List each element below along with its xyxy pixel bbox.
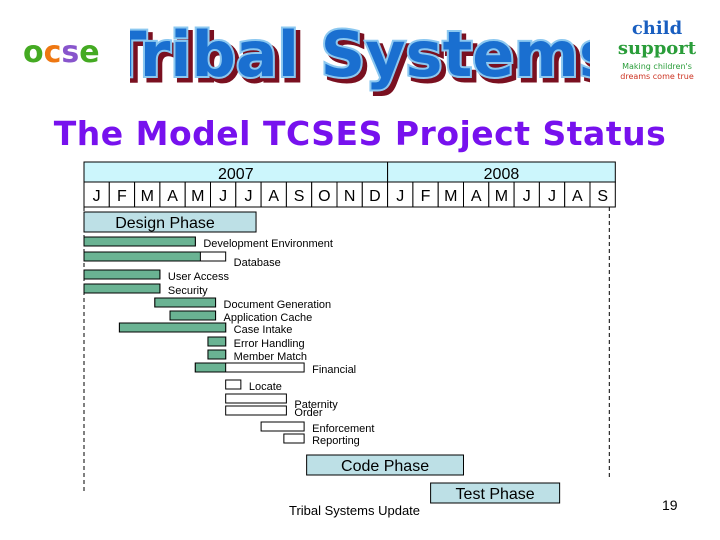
task-bar-complete bbox=[207, 336, 227, 347]
task-label: Error Handling bbox=[234, 338, 305, 350]
month-label: A bbox=[471, 188, 482, 205]
month-label: F bbox=[421, 188, 431, 205]
month-label: J bbox=[93, 188, 101, 205]
task-label: Document Generation bbox=[224, 299, 332, 311]
task-bar-complete bbox=[169, 310, 217, 321]
month-label: M bbox=[191, 188, 204, 205]
task-bar-complete bbox=[83, 269, 161, 280]
task-bar-complete bbox=[83, 251, 201, 262]
task-label: Order bbox=[294, 407, 322, 419]
month-label: A bbox=[167, 188, 178, 205]
phase-label: Design Phase bbox=[115, 215, 215, 232]
gantt-chart: 2007 2008J F M A M J J A S O N D J F M A M J J A SDesign Phas… bbox=[83, 161, 616, 504]
footer-text: Tribal Systems Update bbox=[289, 503, 421, 518]
phase-label: Test Phase bbox=[456, 486, 535, 503]
page-number: 19 bbox=[662, 497, 678, 513]
task-label: Locate bbox=[249, 381, 282, 393]
month-label: S bbox=[597, 188, 608, 205]
task-label: Case Intake bbox=[234, 324, 293, 336]
task-bar-complete bbox=[154, 297, 217, 308]
task-bar-complete bbox=[118, 322, 227, 333]
month-label: F bbox=[117, 188, 127, 205]
task-bar-planned bbox=[283, 433, 305, 444]
month-label: M bbox=[444, 188, 457, 205]
task-label: Development Environment bbox=[203, 238, 333, 250]
task-bar-complete bbox=[207, 349, 227, 360]
month-label: M bbox=[141, 188, 154, 205]
month-label: A bbox=[572, 188, 583, 205]
task-label: Security bbox=[168, 285, 208, 297]
task-label: Database bbox=[234, 257, 281, 269]
task-bar-planned bbox=[225, 405, 287, 416]
month-label: O bbox=[318, 188, 330, 205]
month-label: N bbox=[344, 188, 356, 205]
task-bar-complete bbox=[194, 362, 227, 373]
month-label: J bbox=[523, 188, 531, 205]
year-label: 2007 bbox=[218, 166, 254, 183]
task-label: User Access bbox=[168, 271, 230, 283]
task-bar-complete bbox=[83, 236, 196, 247]
task-bar-planned bbox=[225, 393, 287, 404]
task-label: Member Match bbox=[234, 351, 307, 363]
month-label: M bbox=[495, 188, 508, 205]
task-label: Reporting bbox=[312, 435, 360, 447]
task-bar-planned bbox=[225, 379, 242, 390]
year-label: 2008 bbox=[484, 166, 520, 183]
task-bar-planned bbox=[260, 421, 305, 432]
phase-label: Code Phase bbox=[341, 458, 429, 475]
month-label: J bbox=[219, 188, 227, 205]
month-label: D bbox=[369, 188, 381, 205]
task-label: Financial bbox=[312, 364, 356, 376]
task-label: Application Cache bbox=[224, 312, 313, 324]
month-label: J bbox=[548, 188, 556, 205]
month-label: J bbox=[396, 188, 404, 205]
task-bar-complete bbox=[83, 283, 161, 294]
month-label: S bbox=[294, 188, 305, 205]
month-label: J bbox=[244, 188, 252, 205]
task-label: Enforcement bbox=[312, 423, 374, 435]
month-label: A bbox=[268, 188, 279, 205]
